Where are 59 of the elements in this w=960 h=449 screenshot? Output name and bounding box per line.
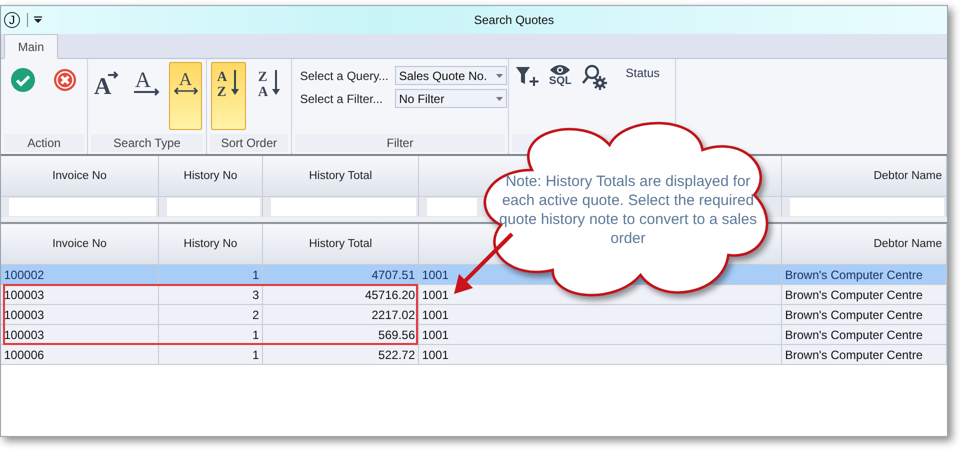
table-cell: 3 <box>159 285 263 305</box>
check-icon <box>10 67 36 93</box>
table-cell: 1001 <box>419 305 782 325</box>
table-cell: 100003 <box>1 285 159 305</box>
underline-button[interactable]: A <box>130 62 164 130</box>
eye-icon <box>549 64 572 76</box>
close-icon <box>52 67 78 93</box>
table-cell: 100002 <box>1 265 159 285</box>
table-cell: 1 <box>159 325 263 345</box>
table-cell: 1 <box>159 265 263 285</box>
table-cell: 4707.51 <box>263 265 419 285</box>
filter-input[interactable] <box>790 198 944 216</box>
contains-button[interactable]: A <box>169 62 202 130</box>
table-cell: 2 <box>159 305 263 325</box>
app-logo[interactable]: J <box>4 12 20 28</box>
column-header[interactable]: History No <box>159 156 263 197</box>
table-cell: 100006 <box>1 345 159 365</box>
descending-button[interactable]: Z A <box>252 62 287 130</box>
query-label: Select a Query... <box>300 68 390 82</box>
ribbon-tab[interactable]: Main <box>4 34 58 59</box>
sql-view-button[interactable]: SQL <box>547 62 574 89</box>
callout-text: Note: History Totals are displayed for each active quote. Select the required quote history note to convert to a sales order <box>498 172 758 248</box>
group-label: Search Type <box>91 134 203 152</box>
table-cell: 1001 <box>419 345 782 365</box>
column-header[interactable]: Debtor Name <box>782 224 947 265</box>
table-cell: 1 <box>159 345 263 365</box>
column-header[interactable]: Invoice No <box>1 224 159 265</box>
dropdown-caret-icon <box>496 74 503 78</box>
column-header[interactable]: Invoice No <box>1 156 159 197</box>
filter-input[interactable] <box>427 198 477 216</box>
window-title: Search Quotes <box>474 13 554 27</box>
table-cell: 1001 <box>419 325 782 345</box>
table-cell: Brown's Computer Centre <box>782 345 947 365</box>
table-cell: 45716.20 <box>263 285 419 305</box>
filter-input[interactable] <box>167 198 260 216</box>
table-cell: Brown's Computer Centre <box>782 285 947 305</box>
ascending-button[interactable]: A Z <box>211 62 246 130</box>
filter-dropdown[interactable]: No Filter <box>395 89 507 108</box>
table-cell: 2217.02 <box>263 305 419 325</box>
table-cell: 100003 <box>1 305 159 325</box>
group-label: Action <box>4 134 84 152</box>
quick-access-menu-icon[interactable] <box>34 16 42 24</box>
filter-label: Select a Filter... <box>300 92 384 106</box>
group-label: Sort Order <box>210 134 288 152</box>
column-header[interactable]: History Total <box>263 156 419 197</box>
dropdown-caret-icon <box>496 96 503 100</box>
table-cell: Brown's Computer Centre <box>782 325 947 345</box>
group-label: Filter <box>295 134 505 152</box>
filter-input[interactable] <box>9 198 156 216</box>
starts-button[interactable]: A <box>92 62 125 130</box>
table-cell: Brown's Computer Centre <box>782 305 947 325</box>
status-label: Status <box>624 65 661 80</box>
column-header[interactable]: History Total <box>263 224 419 265</box>
query-dropdown[interactable]: Sales Quote No. <box>395 66 507 85</box>
column-header[interactable]: History No <box>159 224 263 265</box>
column-header[interactable]: Debtor Name <box>782 156 947 197</box>
filter-input[interactable] <box>271 198 416 216</box>
table-cell: Brown's Computer Centre <box>782 265 947 285</box>
table-cell: 522.72 <box>263 345 419 365</box>
